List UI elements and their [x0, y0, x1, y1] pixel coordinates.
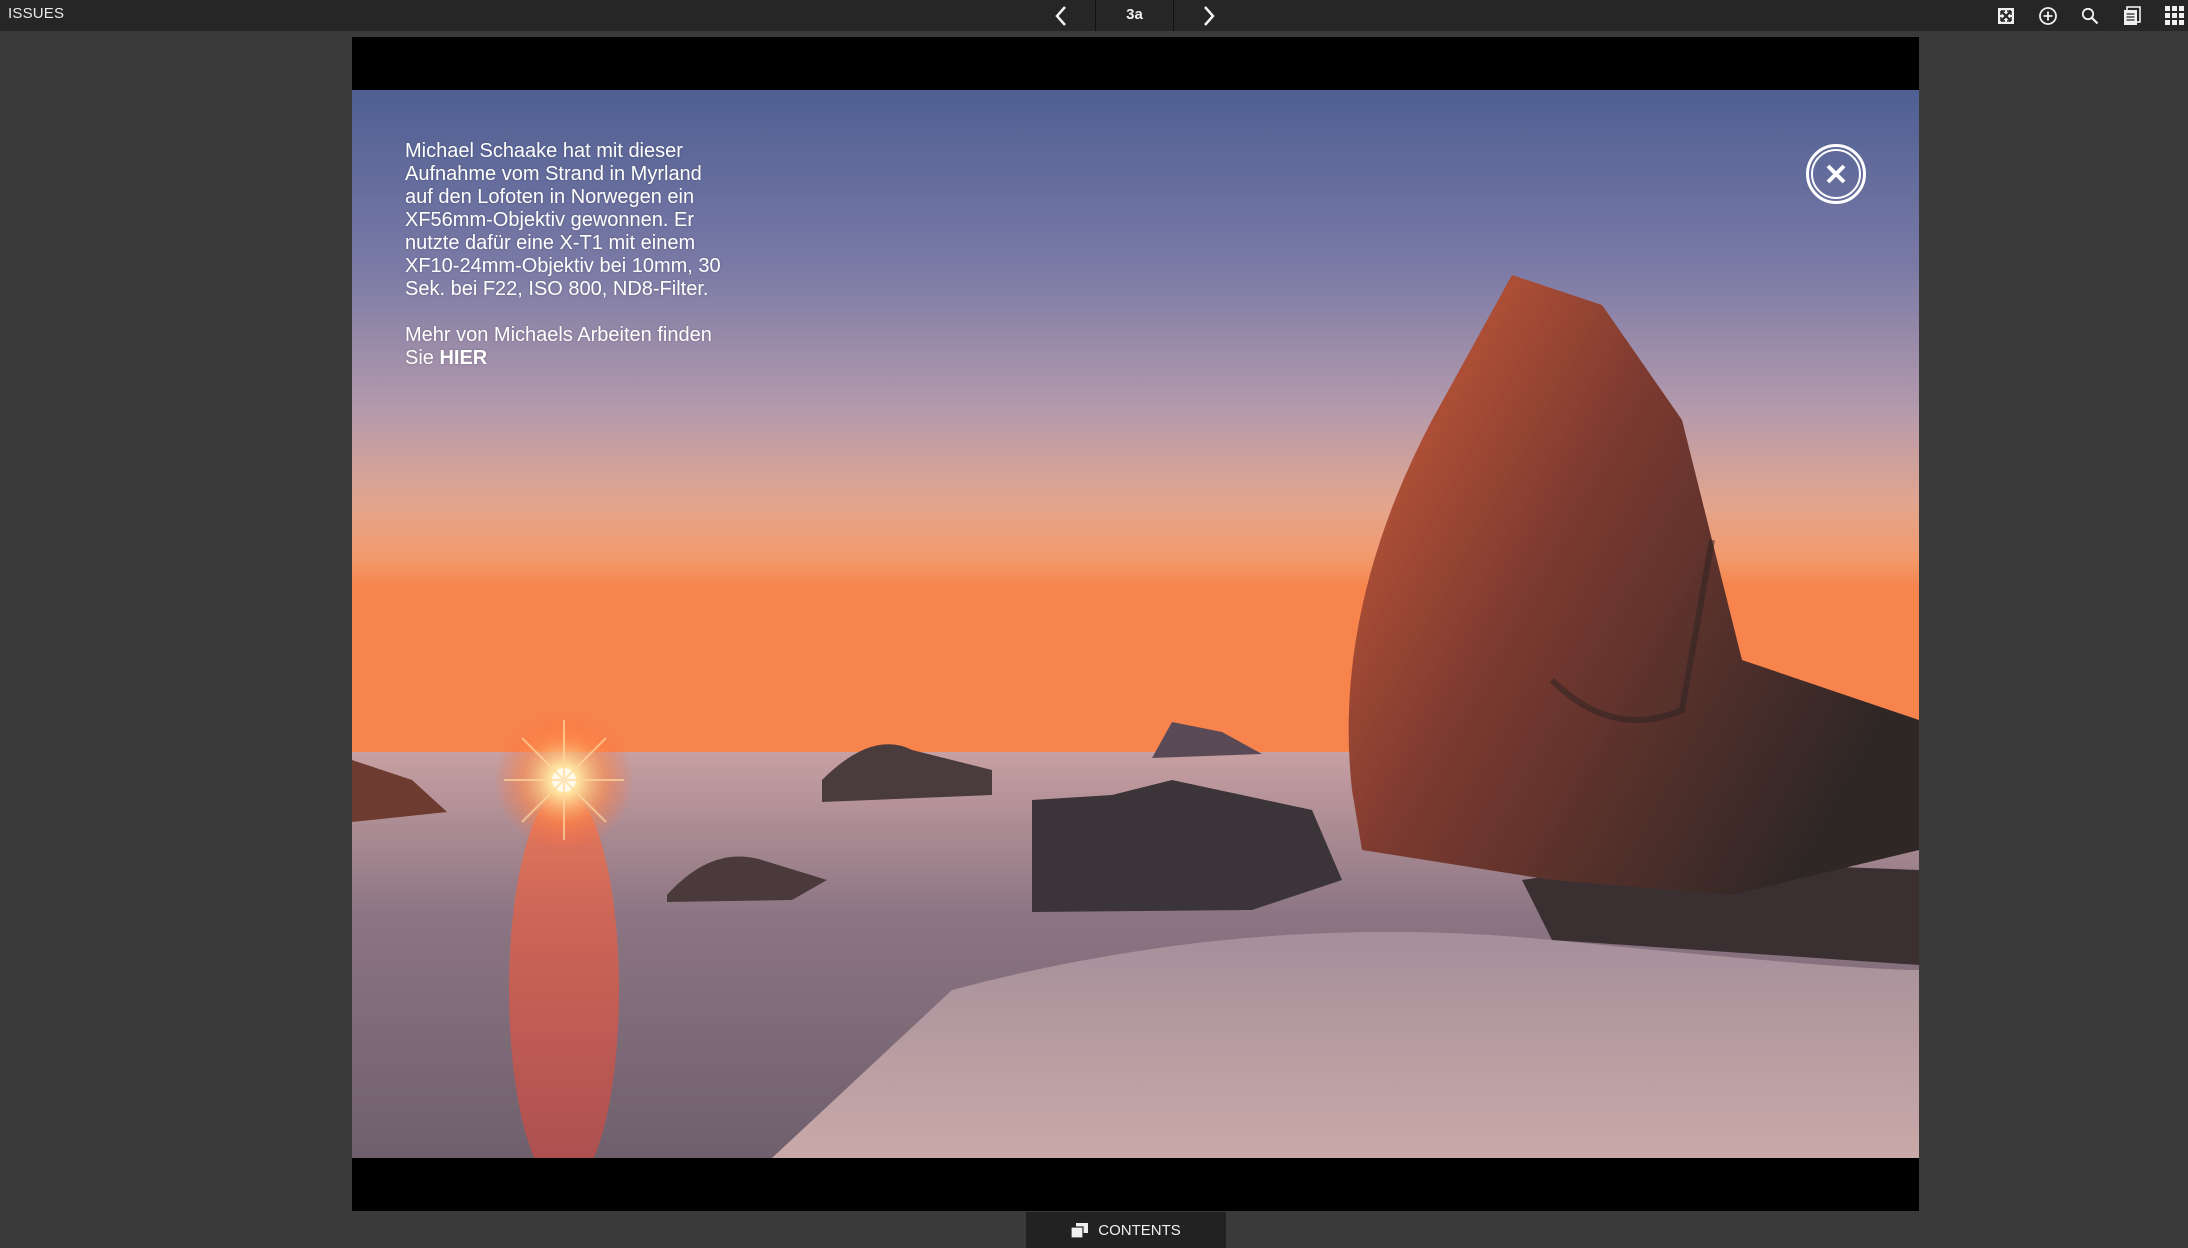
issues-link[interactable]: ISSUES [8, 0, 64, 31]
pages-icon [2124, 5, 2141, 25]
fullscreen-icon [1998, 7, 2014, 24]
next-page-button[interactable] [1173, 0, 1243, 31]
photo-caption: Michael Schaake hat mit dieser Aufnahme … [405, 140, 725, 393]
hier-link[interactable]: HIER [439, 347, 487, 369]
contents-button[interactable]: CONTENTS [1026, 1212, 1226, 1248]
chevron-left-icon [1054, 5, 1066, 26]
search-icon [2081, 7, 2099, 24]
contents-icon [1071, 1222, 1089, 1238]
previous-page-button[interactable] [1026, 0, 1096, 31]
close-overlay-button[interactable] [1806, 144, 1866, 204]
search-button[interactable] [2069, 0, 2111, 31]
grid-button[interactable] [2153, 0, 2188, 31]
zoom-in-icon [2039, 6, 2057, 25]
zoom-in-button[interactable] [2027, 0, 2069, 31]
caption-paragraph: Michael Schaake hat mit dieser Aufnahme … [405, 140, 721, 300]
beach-photo: Michael Schaake hat mit dieser Aufnahme … [352, 90, 1919, 1158]
pages-button[interactable] [2111, 0, 2153, 31]
fullscreen-button[interactable] [1985, 0, 2027, 31]
grid-icon [2164, 6, 2184, 25]
top-toolbar: ISSUES 3a [0, 0, 2188, 31]
caption-more-link-paragraph: Mehr von Michaels Arbeiten finden Sie HI… [405, 324, 725, 370]
chevron-right-icon [1203, 5, 1215, 26]
close-circle-icon [1811, 149, 1861, 199]
page-number: 3a [1126, 6, 1143, 23]
magazine-page: Michael Schaake hat mit dieser Aufnahme … [352, 37, 1919, 1211]
contents-label: CONTENTS [1098, 1221, 1181, 1239]
